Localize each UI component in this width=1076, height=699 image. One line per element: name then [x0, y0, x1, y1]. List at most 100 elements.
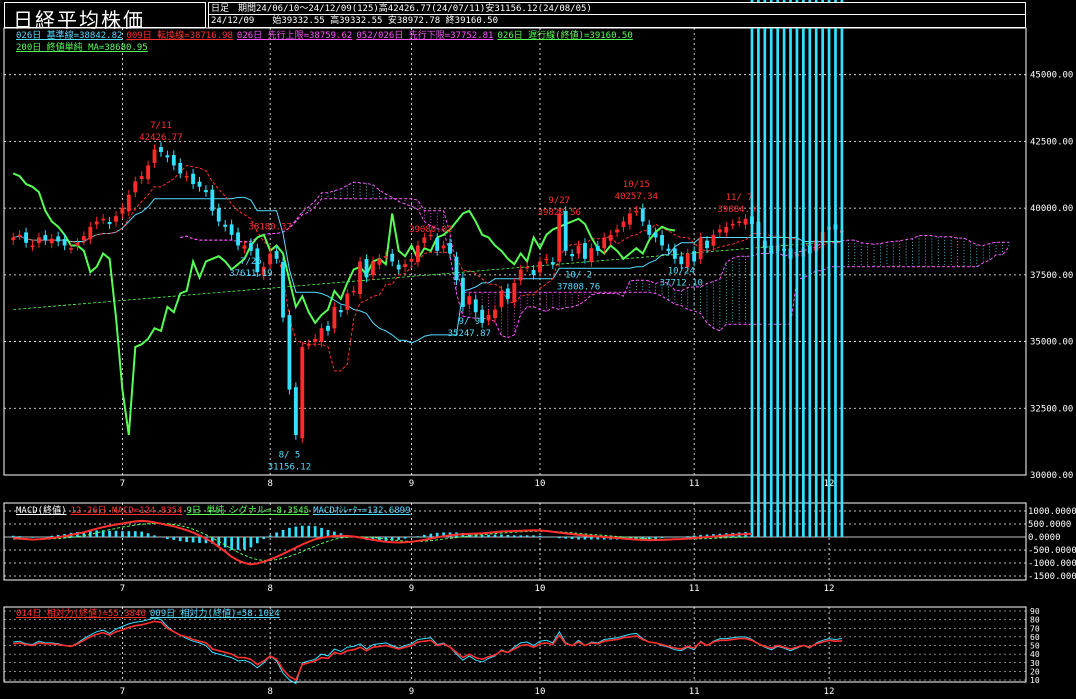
macd-line [13, 519, 753, 566]
legend-entry: 009日 転換線=38716.98 [126, 31, 233, 41]
candle-body [364, 259, 369, 278]
macd-panel [11, 0, 844, 566]
y-tick-label: 32500.00 [1030, 404, 1073, 414]
candle-body [615, 229, 619, 233]
legend-entry: 009日 相対力(終値)=58.1024 [149, 609, 280, 619]
candle-body [583, 243, 587, 259]
legend-entry: 026日 遅行線(終値)=39160.50 [497, 31, 633, 41]
candle-body [698, 237, 703, 260]
candle-body [647, 224, 652, 235]
candle-body [705, 240, 709, 249]
candle-body [422, 237, 427, 244]
conversion-line [13, 164, 842, 372]
candle-body [493, 309, 497, 319]
candle-body [717, 229, 722, 233]
candle-body [589, 248, 594, 263]
candle-body [448, 243, 452, 254]
candle-body [660, 235, 664, 246]
x-tick-label: 10 [535, 584, 546, 594]
candle-body [300, 346, 305, 439]
candle-body [351, 290, 356, 293]
candle-body [621, 221, 626, 228]
price-annotation: 7/11 [150, 121, 172, 131]
candle-body [184, 176, 189, 178]
candle-body [49, 238, 54, 244]
candle-body [171, 155, 176, 166]
price-annotation: 37808.76 [557, 283, 600, 293]
price-annotation: 10/ 2 [565, 271, 592, 281]
main-legend-ma: 200日 終値単純 MA=38680.95 [16, 43, 152, 54]
rsi-y-tick-label: 10 [1030, 676, 1040, 685]
price-annotation: 11/ 7 [726, 193, 753, 203]
candle-body [11, 237, 16, 241]
price-annotation: 9/ 9 [458, 317, 480, 327]
macd-y-tick-label: 0.0000 [1028, 533, 1061, 543]
candle-body [332, 306, 337, 329]
candle-body [685, 253, 690, 268]
candle-body [313, 338, 318, 342]
candle-body [538, 261, 542, 273]
price-annotation: 35247.87 [448, 329, 491, 339]
y-tick-label: 30000.00 [1030, 471, 1073, 481]
x-tick-label: 8 [267, 687, 272, 697]
candle-body [557, 213, 562, 262]
leading-span-a [180, 181, 1009, 339]
candle-body [319, 328, 324, 343]
candle-body [550, 262, 555, 265]
candle-body [81, 236, 86, 241]
candle-body [216, 208, 221, 222]
candle-body [338, 310, 343, 313]
base-line [13, 196, 842, 344]
leading-span-b [180, 198, 1010, 332]
candle-body [274, 251, 279, 259]
candle-body [75, 242, 80, 246]
candle-body [88, 226, 93, 240]
rsi-14-line [13, 620, 842, 682]
candle-body [229, 224, 234, 235]
candle-body [120, 208, 125, 214]
candle-body [236, 232, 240, 246]
main-legend: 026日 基準線=38842.82 009日 転換線=38716.98 026日 先… [16, 31, 637, 42]
candle-body [281, 262, 285, 318]
candle-body [396, 264, 401, 270]
candle-body [139, 176, 144, 180]
candle-body [268, 253, 273, 265]
candle-body [62, 239, 67, 246]
macd-legend: MACD(終値) 12-26日 MACD=124.8354 9日 単純 シグナル=-… [16, 506, 415, 517]
candle-body [306, 344, 311, 346]
candle-body [499, 290, 504, 308]
rsi-9-line [13, 617, 842, 685]
candle-body [711, 234, 716, 246]
legend-entry: 026日 先行上限=38759.62 [236, 31, 353, 41]
candle-body [595, 245, 600, 251]
price-annotation: 31156.12 [268, 463, 311, 473]
price-annotation: 39080.02 [409, 225, 452, 235]
x-tick-label: 7 [120, 584, 125, 594]
legend-entry: MACD(終値) [16, 506, 67, 516]
legend-entry: 12-26日 MACD=124.8354 [70, 506, 183, 516]
price-annotation: 39884.01 [717, 205, 760, 215]
legend-entry: 026日 基準線=38842.82 [16, 31, 123, 41]
candle-body [570, 254, 575, 257]
candle-body [178, 163, 183, 174]
legend-entry: 052/026日 先行下限=37752.81 [356, 31, 494, 41]
candle-body [409, 258, 414, 262]
candle-body [197, 181, 202, 187]
candle-body [653, 232, 658, 238]
price-annotation: 37712.10 [660, 279, 703, 289]
candle-body [371, 261, 375, 276]
ichimoku-cloud [244, 182, 1010, 338]
candle-body [666, 248, 671, 251]
x-tick-label: 12 [824, 687, 835, 697]
price-annotation: 8/ 5 [279, 451, 301, 461]
y-tick-label: 37500.00 [1030, 271, 1073, 281]
price-annotation: 42426.77 [139, 133, 182, 143]
ohlc-summary: 24/12/09 始39332.55 高39332.55 安38972.78 終… [208, 14, 1026, 28]
chart-title: 日経平均株価 [13, 8, 145, 32]
x-tick-label: 10 [535, 479, 546, 489]
x-tick-label: 10 [535, 687, 546, 697]
candle-body [441, 245, 446, 249]
moving-average-200 [13, 240, 842, 310]
axis-labels: 30000.00 32500.00 35000.00 37500.00 40000.00… [120, 71, 1076, 697]
candle-body [152, 149, 157, 164]
